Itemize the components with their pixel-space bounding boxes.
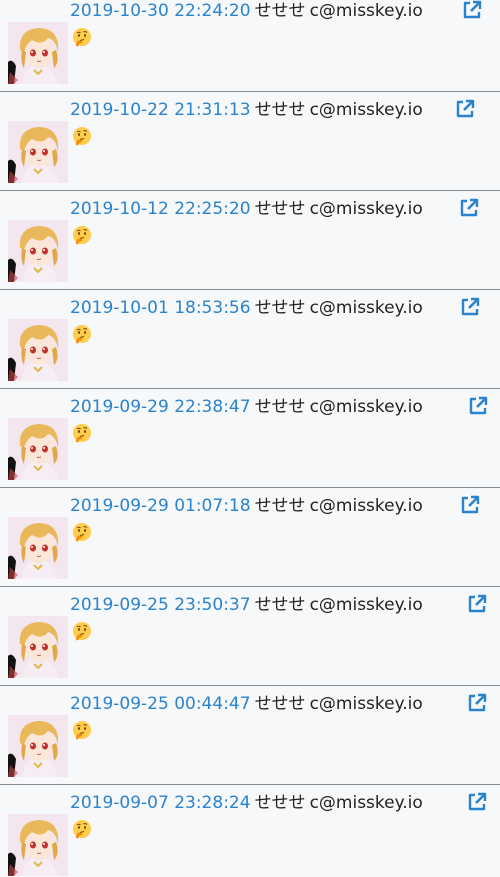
note-timestamp-link[interactable]: 2019-09-25 23:50:37 — [70, 595, 251, 615]
username: せせせ — [254, 397, 306, 417]
thinking-face-emoji — [72, 225, 92, 245]
username: せせせ — [254, 100, 306, 120]
note-timestamp-link[interactable]: 2019-09-29 22:38:47 — [70, 397, 251, 417]
user-acct: c@misskey.io — [309, 1, 423, 21]
note-header: 2019-10-22 21:31:13 せせせ c@misskey.io — [70, 99, 423, 121]
note-header: 2019-09-29 22:38:47 せせせ c@misskey.io — [70, 396, 423, 418]
note-timestamp-link[interactable]: 2019-10-01 18:53:56 — [70, 298, 251, 318]
note-timestamp-link[interactable]: 2019-10-30 22:24:20 — [70, 1, 251, 21]
note-timestamp-link[interactable]: 2019-10-12 22:25:20 — [70, 199, 251, 219]
note-header: 2019-09-07 23:28:24 せせせ c@misskey.io — [70, 792, 423, 814]
avatar[interactable] — [8, 22, 68, 84]
note-header: 2019-09-29 01:07:18 せせせ c@misskey.io — [70, 495, 423, 517]
thinking-face-emoji — [72, 819, 92, 839]
external-link-icon[interactable] — [462, 0, 482, 20]
user-acct: c@misskey.io — [309, 496, 423, 516]
external-link-icon[interactable] — [467, 792, 487, 812]
external-link-icon[interactable] — [467, 594, 487, 614]
user-acct: c@misskey.io — [309, 694, 423, 714]
avatar[interactable] — [8, 715, 68, 777]
external-link-icon[interactable] — [455, 99, 475, 119]
external-link-icon[interactable] — [459, 198, 479, 218]
note-timestamp-link[interactable]: 2019-09-29 01:07:18 — [70, 496, 251, 516]
thinking-face-emoji — [72, 621, 92, 641]
user-acct: c@misskey.io — [309, 100, 423, 120]
thinking-face-emoji — [72, 324, 92, 344]
note-row: 2019-10-01 18:53:56 せせせ c@misskey.io — [0, 291, 500, 389]
note-row: 2019-09-25 00:44:47 せせせ c@misskey.io — [0, 687, 500, 785]
avatar[interactable] — [8, 121, 68, 183]
note-row: 2019-10-12 22:25:20 せせせ c@misskey.io — [0, 192, 500, 290]
avatar[interactable] — [8, 220, 68, 282]
avatar[interactable] — [8, 616, 68, 678]
note-row: 2019-09-29 22:38:47 せせせ c@misskey.io — [0, 390, 500, 488]
note-timestamp-link[interactable]: 2019-09-25 00:44:47 — [70, 694, 251, 714]
avatar[interactable] — [8, 517, 68, 579]
note-row: 2019-09-29 01:07:18 せせせ c@misskey.io — [0, 489, 500, 587]
username: せせせ — [254, 1, 306, 21]
note-header: 2019-09-25 00:44:47 せせせ c@misskey.io — [70, 693, 423, 715]
note-header: 2019-10-30 22:24:20 せせせ c@misskey.io — [70, 0, 423, 22]
note-feed: 2019-10-30 22:24:20 せせせ c@misskey.io 2019-1… — [0, 0, 500, 877]
username: せせせ — [254, 793, 306, 813]
note-row: 2019-09-07 23:28:24 せせせ c@misskey.io — [0, 786, 500, 877]
avatar[interactable] — [8, 814, 68, 876]
username: せせせ — [254, 199, 306, 219]
thinking-face-emoji — [72, 27, 92, 47]
user-acct: c@misskey.io — [309, 397, 423, 417]
avatar[interactable] — [8, 319, 68, 381]
username: せせせ — [254, 496, 306, 516]
user-acct: c@misskey.io — [309, 595, 423, 615]
external-link-icon[interactable] — [467, 693, 487, 713]
external-link-icon[interactable] — [460, 495, 480, 515]
note-timestamp-link[interactable]: 2019-09-07 23:28:24 — [70, 793, 251, 813]
username: せせせ — [254, 595, 306, 615]
user-acct: c@misskey.io — [309, 793, 423, 813]
user-acct: c@misskey.io — [309, 298, 423, 318]
thinking-face-emoji — [72, 126, 92, 146]
note-header: 2019-10-12 22:25:20 せせせ c@misskey.io — [70, 198, 423, 220]
note-timestamp-link[interactable]: 2019-10-22 21:31:13 — [70, 100, 251, 120]
thinking-face-emoji — [72, 423, 92, 443]
user-acct: c@misskey.io — [309, 199, 423, 219]
avatar[interactable] — [8, 418, 68, 480]
username: せせせ — [254, 298, 306, 318]
note-header: 2019-09-25 23:50:37 せせせ c@misskey.io — [70, 594, 423, 616]
note-header: 2019-10-01 18:53:56 せせせ c@misskey.io — [70, 297, 423, 319]
username: せせせ — [254, 694, 306, 714]
thinking-face-emoji — [72, 720, 92, 740]
note-row: 2019-10-22 21:31:13 せせせ c@misskey.io — [0, 93, 500, 191]
note-row: 2019-09-25 23:50:37 せせせ c@misskey.io — [0, 588, 500, 686]
note-row: 2019-10-30 22:24:20 せせせ c@misskey.io — [0, 0, 500, 92]
thinking-face-emoji — [72, 522, 92, 542]
external-link-icon[interactable] — [468, 396, 488, 416]
external-link-icon[interactable] — [460, 297, 480, 317]
